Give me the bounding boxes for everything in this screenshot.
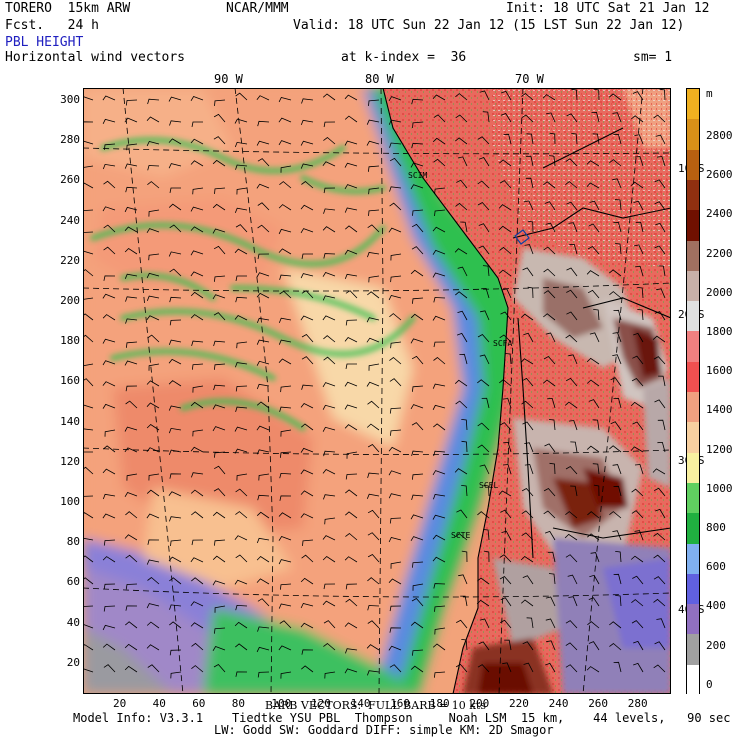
lon-label: 90 W <box>214 72 243 86</box>
colorbar-swatch <box>687 361 699 393</box>
colorbar-swatch <box>687 482 699 514</box>
field-title: PBL HEIGHT <box>5 35 84 50</box>
forecast-hour: Fcst. 24 h <box>5 18 99 33</box>
colorbar-swatch <box>687 392 699 423</box>
x-tick-label: 20 <box>113 697 127 710</box>
k-index: at k-index = 36 <box>341 50 467 65</box>
colorbar-label: 1000 <box>706 481 733 495</box>
physics-info: LW: Godd SW: Goddard DIFF: simple KM: 2D… <box>214 723 554 737</box>
valid-time: Valid: 18 UTC Sun 22 Jan 12 (15 LST Sun … <box>293 18 685 33</box>
colorbar-label: 2400 <box>706 207 733 221</box>
y-tick-label: 60 <box>66 575 80 589</box>
colorbar-label: 600 <box>706 560 726 574</box>
y-tick-label: 80 <box>66 535 80 549</box>
y-tick-label: 180 <box>60 334 80 348</box>
plot-frame <box>83 88 671 694</box>
colorbar-swatch <box>687 149 699 181</box>
y-tick-label: 260 <box>60 173 80 187</box>
colorbar-swatch <box>687 301 699 332</box>
colorbar-label: 400 <box>706 599 726 613</box>
colorbar-swatch <box>687 634 699 666</box>
colorbar-swatch <box>687 422 699 454</box>
colorbar-label: 1200 <box>706 442 733 456</box>
y-tick-label: 200 <box>60 294 80 307</box>
y-tick-label: 20 <box>66 655 80 669</box>
colorbar-swatch <box>687 119 699 151</box>
colorbar-swatch <box>687 604 699 635</box>
colorbar-label: 0 <box>706 677 713 691</box>
colorbar-label: 200 <box>706 638 726 652</box>
colorbar-label: 2800 <box>706 129 733 142</box>
y-tick-label: 140 <box>60 414 80 428</box>
lon-label: 80 W <box>365 72 394 86</box>
lon-label: 70 W <box>515 72 544 86</box>
y-tick-label: 160 <box>60 374 80 388</box>
colorbar-unit: m <box>706 87 713 100</box>
pbl-height-map: SCIM SCFA SCEL SCTE <box>83 88 671 694</box>
colorbar <box>686 88 700 696</box>
colorbar-swatch <box>687 210 699 241</box>
y-tick-label: 280 <box>60 133 80 147</box>
colorbar-label: 2200 <box>706 246 733 260</box>
field-subtitle: Horizontal wind vectors <box>5 50 186 65</box>
colorbar-swatch <box>687 664 699 696</box>
x-tick-label: 220 <box>509 697 529 710</box>
colorbar-swatch <box>687 513 699 544</box>
y-tick-label: 100 <box>60 495 80 508</box>
colorbar-swatch <box>687 89 699 120</box>
y-tick-label: 300 <box>60 93 80 106</box>
colorbar-label: 2600 <box>706 168 733 182</box>
colorbar-swatch <box>687 270 699 302</box>
x-tick-label: 60 <box>192 697 206 710</box>
colorbar-label: 800 <box>706 521 726 534</box>
colorbar-swatch <box>687 240 699 272</box>
org-label: NCAR/MMM <box>226 1 289 16</box>
colorbar-swatch <box>687 543 699 575</box>
model-name: TORERO 15km ARW <box>5 1 131 16</box>
colorbar-swatch <box>687 331 699 363</box>
colorbar-label: 1600 <box>706 364 733 378</box>
x-tick-label: 260 <box>588 697 609 710</box>
colorbar-swatch <box>687 573 699 605</box>
smoothing: sm= 1 <box>633 50 673 65</box>
colorbar-swatch <box>687 452 699 484</box>
colorbar-label: 2000 <box>706 285 733 299</box>
init-time: Init: 18 UTC Sat 21 Jan 12 <box>506 1 710 16</box>
x-tick-label: 280 <box>627 697 648 710</box>
colorbar-label: 1800 <box>706 325 733 338</box>
colorbar-swatch <box>687 179 699 211</box>
x-tick-label: 40 <box>152 697 166 710</box>
y-tick-label: 120 <box>60 454 80 468</box>
x-tick-label: 240 <box>548 697 569 710</box>
x-tick-label: 80 <box>231 697 246 710</box>
colorbar-label: 1400 <box>706 403 733 417</box>
y-tick-label: 40 <box>66 615 80 629</box>
y-tick-label: 240 <box>60 213 80 227</box>
y-tick-label: 220 <box>60 253 80 267</box>
